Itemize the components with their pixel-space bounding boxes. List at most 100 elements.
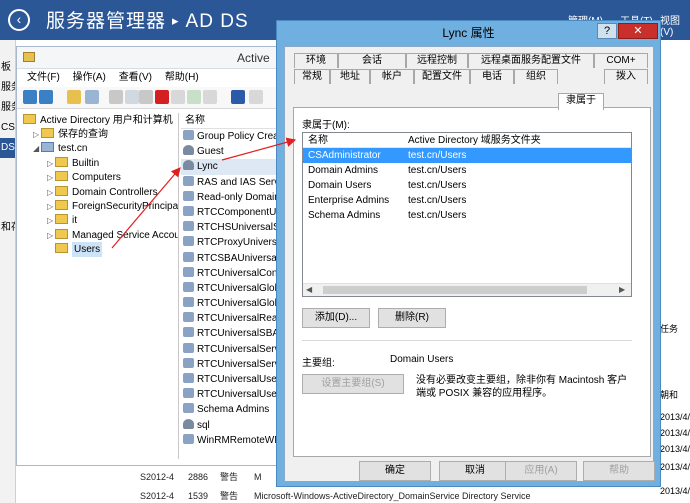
export-list-icon[interactable] <box>203 90 217 104</box>
scrollbar-thumb[interactable] <box>323 286 587 294</box>
tree-users[interactable]: Users <box>47 242 103 257</box>
expand-arrow-icon[interactable]: ▷ <box>47 185 55 200</box>
list-item[interactable]: Schema Admins test.cn/Users <box>303 208 631 223</box>
column-header-name[interactable]: 名称 <box>181 113 287 129</box>
add-button[interactable]: 添加(D)... <box>302 308 370 328</box>
list-item[interactable]: RTCComponentUniversalServices <box>181 205 287 220</box>
collapse-arrow-icon[interactable]: ◢ <box>33 141 41 156</box>
list-item[interactable]: Group Policy Creator Owners <box>181 129 287 144</box>
forward-arrow-icon[interactable] <box>39 90 53 104</box>
nav-item-adcs[interactable]: CS <box>0 118 15 138</box>
nav-item-file-storage[interactable]: 和存 <box>0 218 15 238</box>
horizontal-scrollbar[interactable]: ◀ ▶ <box>303 283 631 296</box>
list-item[interactable]: RTCUniversalGlobalReadOnlyGroup <box>181 281 287 296</box>
delete-icon[interactable] <box>155 90 169 104</box>
tab-profile[interactable]: 配置文件 <box>414 69 470 84</box>
nav-item-local-server[interactable]: 服务 <box>0 78 15 98</box>
list-item[interactable]: Domain Users test.cn/Users <box>303 178 631 193</box>
list-item[interactable]: RTCUniversalServerAdmins <box>181 342 287 357</box>
list-item[interactable]: RTCUniversalReadOnlyAdmins <box>181 311 287 326</box>
apply-button[interactable]: 应用(A) <box>505 461 577 481</box>
list-item[interactable]: RTCUniversalSBATechnicians <box>181 326 287 341</box>
tree-foreign-security[interactable]: ▷ ForeignSecurityPrincipals <box>47 199 178 214</box>
nav-item-adds[interactable]: DS <box>0 138 15 158</box>
list-item[interactable]: RTCProxyUniversalServices <box>181 235 287 250</box>
tab-rds-profile[interactable]: 远程桌面服务配置文件 <box>468 53 594 68</box>
nav-item-blank-1[interactable] <box>0 158 15 178</box>
tab-sessions[interactable]: 会话 <box>338 53 406 68</box>
column-header-name[interactable]: 名称 <box>308 133 328 148</box>
tree-domain-controllers[interactable]: ▷ Domain Controllers <box>47 185 158 200</box>
list-item[interactable]: CSAdministrator test.cn/Users <box>303 148 631 163</box>
help-icon[interactable] <box>231 90 245 104</box>
menu-view[interactable]: 查看(V) <box>119 72 152 83</box>
set-primary-group-button[interactable]: 设置主要组(S) <box>302 374 404 394</box>
nav-item-blank-3[interactable] <box>0 198 15 218</box>
list-item[interactable]: WinRMRemoteWMIUsers__ <box>181 433 287 448</box>
tab-general[interactable]: 常规 <box>294 69 330 84</box>
list-item[interactable]: Read-only Domain Controllers <box>181 190 287 205</box>
tree-managed-service[interactable]: ▷Managed Service Accounts <box>47 228 178 243</box>
list-item[interactable]: RTCSBAUniversalServices <box>181 251 287 266</box>
column-header-folder[interactable]: Active Directory 域服务文件夹 <box>408 133 541 148</box>
list-item[interactable]: RTCUniversalGlobalWriteGroup <box>181 296 287 311</box>
list-item[interactable]: sql <box>181 418 287 433</box>
menu-action[interactable]: 操作(A) <box>73 72 106 83</box>
list-item[interactable]: RTCUniversalUserAdmins <box>181 372 287 387</box>
tasks-button[interactable]: 任务 <box>660 322 690 335</box>
scroll-left-icon[interactable]: ◀ <box>306 284 312 296</box>
tab-address[interactable]: 地址 <box>330 69 370 84</box>
view-icon[interactable] <box>249 90 263 104</box>
event-row[interactable]: S2012-4 1539 警告 Microsoft-Windows-ActiveDir… <box>140 489 531 502</box>
list-item[interactable]: Enterprise Admins test.cn/Users <box>303 193 631 208</box>
tree-it[interactable]: ▷ it <box>47 213 77 228</box>
list-item[interactable]: RTCUniversalConfigReplicator <box>181 266 287 281</box>
tab-account[interactable]: 帐户 <box>370 69 414 84</box>
member-of-list[interactable]: 名称 Active Directory 域服务文件夹 CSAdministrat… <box>302 132 632 297</box>
back-arrow-icon[interactable] <box>23 90 37 104</box>
list-item[interactable]: RTCUniversalUserReadOnlyGroup <box>181 387 287 402</box>
tree-saved-queries[interactable]: ▷ 保存的查询 <box>33 127 108 142</box>
expand-arrow-icon[interactable]: ▷ <box>47 170 55 185</box>
tree-root[interactable]: Active Directory 用户和计算机 <box>23 113 173 128</box>
list-item[interactable]: Lync <box>181 159 287 175</box>
tab-organization[interactable]: 组织 <box>514 69 558 84</box>
event-row[interactable]: S2012-4 2886 警告 M <box>140 470 262 483</box>
expand-arrow-icon[interactable]: ▷ <box>47 156 55 171</box>
expand-arrow-icon[interactable]: ▷ <box>47 199 55 214</box>
properties-icon[interactable] <box>171 90 185 104</box>
copy-icon[interactable] <box>125 90 139 104</box>
tab-com-plus[interactable]: COM+ <box>594 53 648 68</box>
refresh-icon[interactable] <box>187 90 201 104</box>
nav-item-dashboard[interactable]: 板 <box>0 58 15 78</box>
close-icon[interactable]: ✕ <box>618 23 658 39</box>
up-folder-icon[interactable] <box>67 90 81 104</box>
ok-button[interactable]: 确定 <box>359 461 431 481</box>
list-item[interactable]: RTCUniversalServerReadOnlyGroup <box>181 357 287 372</box>
show-tree-icon[interactable] <box>85 90 99 104</box>
paste-icon[interactable] <box>139 90 153 104</box>
help-icon[interactable]: ? <box>597 23 617 39</box>
remove-button[interactable]: 删除(R) <box>378 308 446 328</box>
list-item[interactable]: Guest <box>181 144 287 159</box>
tab-environment[interactable]: 环境 <box>294 53 338 68</box>
help-button[interactable]: 帮助 <box>583 461 655 481</box>
tab-member-of[interactable]: 隶属于 <box>558 93 604 110</box>
tree-builtin[interactable]: ▷ Builtin <box>47 156 99 171</box>
tree-domain[interactable]: ◢ test.cn <box>33 141 87 156</box>
list-item[interactable]: RTCHSUniversalServices <box>181 220 287 235</box>
cancel-button[interactable]: 取消 <box>439 461 511 481</box>
back-arrow-icon[interactable]: ‹ <box>8 9 30 31</box>
scroll-right-icon[interactable]: ▶ <box>619 284 625 296</box>
expand-arrow-icon[interactable]: ▷ <box>33 127 41 142</box>
expand-arrow-icon[interactable]: ▷ <box>47 213 55 228</box>
nav-item-all-servers[interactable]: 服务 <box>0 98 15 118</box>
list-item[interactable]: RAS and IAS Servers <box>181 175 287 190</box>
tree-computers[interactable]: ▷ Computers <box>47 170 121 185</box>
tab-dial-in[interactable]: 拨入 <box>604 69 648 84</box>
menu-file[interactable]: 文件(F) <box>27 72 60 83</box>
menu-help[interactable]: 帮助(H) <box>165 72 199 83</box>
menu-view[interactable]: 视图(V) <box>660 12 690 38</box>
tab-remote-control[interactable]: 远程控制 <box>406 53 468 68</box>
list-item[interactable]: Schema Admins <box>181 402 287 417</box>
